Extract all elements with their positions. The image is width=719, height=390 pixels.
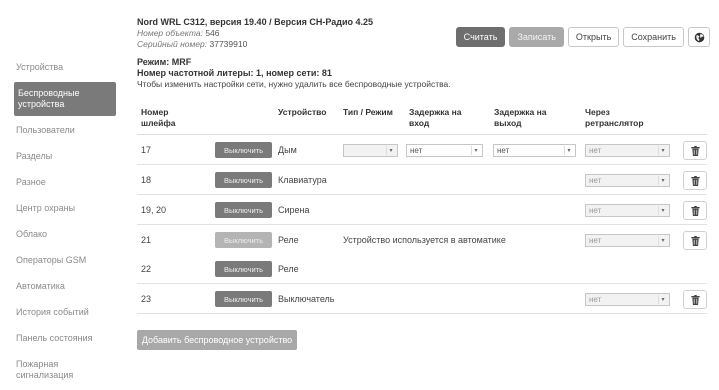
sidebar-item[interactable]: Облако bbox=[14, 223, 116, 246]
delay-in-select[interactable]: нет ▾ bbox=[406, 144, 483, 157]
relay-select-value: нет bbox=[589, 206, 602, 215]
read-button[interactable]: Считать bbox=[455, 27, 506, 47]
relay-select: нет ▾ bbox=[585, 293, 670, 306]
trash-icon bbox=[690, 294, 700, 305]
save-button[interactable]: Сохранить bbox=[623, 27, 684, 47]
disable-button[interactable]: Выключить bbox=[215, 291, 272, 307]
mode-line: Режим: MRF bbox=[137, 57, 192, 67]
disable-button[interactable]: Выключить bbox=[215, 142, 272, 158]
delay-out-select-value: нет bbox=[497, 146, 510, 155]
device-title: Nord WRL C312, версия 19.40 / Версия CH-… bbox=[137, 17, 374, 27]
network-info: Режим: MRF Номер частотной литеры: 1, но… bbox=[137, 57, 451, 90]
disable-button: Выключить bbox=[215, 232, 272, 248]
loop-number: 17 bbox=[141, 144, 152, 155]
relay-select-value: нет bbox=[589, 236, 602, 245]
device-name: Реле bbox=[278, 263, 299, 274]
header-device: Устройство bbox=[278, 107, 327, 117]
chevron-down-icon: ▾ bbox=[471, 146, 480, 155]
delay-out-select[interactable]: нет ▾ bbox=[493, 144, 576, 157]
sidebar-item[interactable]: Операторы GSM bbox=[14, 249, 116, 272]
device-name: Дым bbox=[278, 144, 297, 155]
relay-select-value: нет bbox=[589, 146, 602, 155]
globe-icon bbox=[694, 32, 704, 42]
chevron-down-icon: ▾ bbox=[564, 146, 573, 155]
delete-button[interactable] bbox=[683, 141, 707, 160]
object-number: Номер объекта: 546 bbox=[137, 28, 220, 38]
frequency-line: Номер частотной литеры: 1, номер сети: 8… bbox=[137, 68, 332, 78]
table-row: 18 Выключить Клавиатура нет ▾ bbox=[137, 165, 707, 195]
sidebar: Устройства Беспроводные устройства Пользов… bbox=[14, 56, 116, 390]
header-type: Тип / Режим bbox=[343, 107, 393, 117]
automation-note: Устройство используется в автоматике bbox=[343, 234, 506, 245]
sidebar-item[interactable]: Пожарная сигнализация bbox=[14, 353, 116, 387]
table-row: 23 Выключить Выключатель нет ▾ bbox=[137, 284, 707, 314]
trash-icon bbox=[690, 205, 700, 216]
table-header: Номер шлейфа Устройство Тип / Режим Заде… bbox=[137, 105, 707, 135]
table-row: 21 Выключить Реле Устройство используется в… bbox=[137, 225, 707, 254]
sidebar-item[interactable]: Устройства bbox=[14, 56, 116, 79]
header-loop: Номер шлейфа bbox=[141, 107, 176, 128]
disable-button[interactable]: Выключить bbox=[215, 261, 272, 277]
loop-number: 23 bbox=[141, 293, 152, 304]
relay-select: нет ▾ bbox=[585, 144, 670, 157]
add-wireless-device-button[interactable]: Добавить беспроводное устройство bbox=[137, 330, 297, 350]
network-hint: Чтобы изменить настройки сети, нужно уда… bbox=[137, 79, 451, 89]
chevron-down-icon: ▾ bbox=[658, 295, 667, 304]
sidebar-item[interactable]: История событий bbox=[14, 301, 116, 324]
sidebar-item[interactable]: Автоматика bbox=[14, 275, 116, 298]
delete-button[interactable] bbox=[683, 231, 707, 250]
wireless-devices-table: Номер шлейфа Устройство Тип / Режим Заде… bbox=[137, 105, 707, 314]
globe-button[interactable] bbox=[688, 27, 710, 47]
delete-button[interactable] bbox=[683, 171, 707, 190]
chevron-down-icon: ▾ bbox=[658, 176, 667, 185]
write-button[interactable]: Записать bbox=[509, 27, 564, 47]
device-name: Реле bbox=[278, 234, 299, 245]
disable-button[interactable]: Выключить bbox=[215, 202, 272, 218]
sidebar-item[interactable]: Беспроводные устройства bbox=[14, 82, 116, 116]
table-body: 17 Выключить Дым ▾ нет ▾ нет ▾ нет ▾ 18 Выключить Кл… bbox=[137, 135, 707, 314]
header-delay-in: Задержка на вход bbox=[409, 107, 462, 128]
chevron-down-icon: ▾ bbox=[658, 206, 667, 215]
delay-in-select-value: нет bbox=[410, 146, 423, 155]
open-button[interactable]: Открыть bbox=[567, 27, 620, 47]
chevron-down-icon: ▾ bbox=[386, 146, 395, 155]
trash-icon bbox=[690, 145, 700, 156]
relay-select: нет ▾ bbox=[585, 234, 670, 247]
loop-number: 19, 20 bbox=[141, 204, 167, 215]
relay-select-value: нет bbox=[589, 295, 602, 304]
header-relay: Через ретранслятор bbox=[585, 107, 644, 128]
device-header: Nord WRL C312, версия 19.40 / Версия CH-… bbox=[137, 16, 373, 50]
device-name: Клавиатура bbox=[278, 174, 327, 185]
table-row: 17 Выключить Дым ▾ нет ▾ нет ▾ нет ▾ bbox=[137, 135, 707, 165]
header-delay-out: Задержка на выход bbox=[494, 107, 547, 128]
sidebar-item[interactable]: Центр охраны bbox=[14, 197, 116, 220]
sidebar-item[interactable]: Разное bbox=[14, 171, 116, 194]
device-name: Выключатель bbox=[278, 293, 335, 304]
serial-number: Серийный номер: 37739910 bbox=[137, 39, 248, 49]
table-row: 22 Выключить Реле bbox=[137, 254, 707, 284]
chevron-down-icon: ▾ bbox=[658, 236, 667, 245]
chevron-down-icon: ▾ bbox=[658, 146, 667, 155]
relay-select: нет ▾ bbox=[585, 174, 670, 187]
device-name: Сирена bbox=[278, 204, 310, 215]
toolbar: Считать Записать Открыть Сохранить bbox=[455, 27, 710, 47]
sidebar-item[interactable]: Пользователи bbox=[14, 119, 116, 142]
table-row: 19, 20 Выключить Сирена нет ▾ bbox=[137, 195, 707, 225]
disable-button[interactable]: Выключить bbox=[215, 172, 272, 188]
trash-icon bbox=[690, 235, 700, 246]
delete-button[interactable] bbox=[683, 201, 707, 220]
trash-icon bbox=[690, 175, 700, 186]
loop-number: 22 bbox=[141, 263, 152, 274]
type-select: ▾ bbox=[343, 144, 398, 157]
loop-number: 18 bbox=[141, 174, 152, 185]
relay-select-value: нет bbox=[589, 176, 602, 185]
loop-number: 21 bbox=[141, 234, 152, 245]
sidebar-item[interactable]: Разделы bbox=[14, 145, 116, 168]
delete-button[interactable] bbox=[683, 290, 707, 309]
sidebar-item[interactable]: Панель состояния bbox=[14, 327, 116, 350]
relay-select: нет ▾ bbox=[585, 204, 670, 217]
